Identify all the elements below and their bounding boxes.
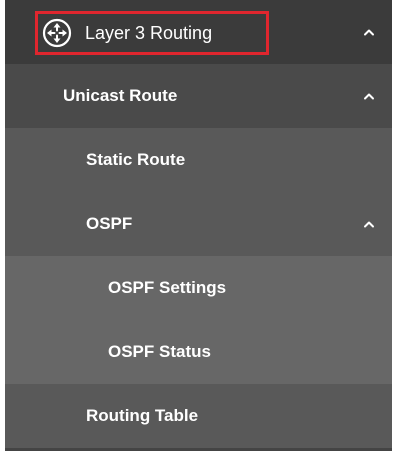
menu-item-label: OSPF	[86, 214, 133, 233]
side-menu: Layer 3 Routing Unicast Route Static Rou…	[5, 0, 392, 451]
menu-item-label: Static Route	[86, 150, 186, 169]
menu-item-ospf[interactable]: OSPF	[5, 192, 392, 256]
menu-item-label: Unicast Route	[63, 86, 178, 105]
chevron-up-icon[interactable]	[362, 89, 376, 103]
menu-item-label: Routing Table	[86, 406, 199, 425]
menu-item-routing-table[interactable]: Routing Table	[5, 384, 392, 448]
menu-item-static-route[interactable]: Static Route	[5, 128, 392, 192]
menu-item-unicast-route[interactable]: Unicast Route	[5, 64, 392, 128]
menu-item-label: OSPF Status	[108, 342, 211, 361]
menu-item-label: OSPF Settings	[108, 278, 227, 297]
selection-highlight: Layer 3 Routing	[35, 11, 269, 55]
menu-item-layer-3-routing[interactable]: Layer 3 Routing	[5, 0, 392, 64]
chevron-up-icon[interactable]	[362, 217, 376, 231]
router-icon	[42, 18, 72, 48]
chevron-up-icon[interactable]	[362, 25, 376, 39]
menu-item-ospf-status[interactable]: OSPF Status	[5, 320, 392, 384]
menu-item-ospf-settings[interactable]: OSPF Settings	[5, 256, 392, 320]
menu-item-label: Layer 3 Routing	[85, 22, 213, 43]
